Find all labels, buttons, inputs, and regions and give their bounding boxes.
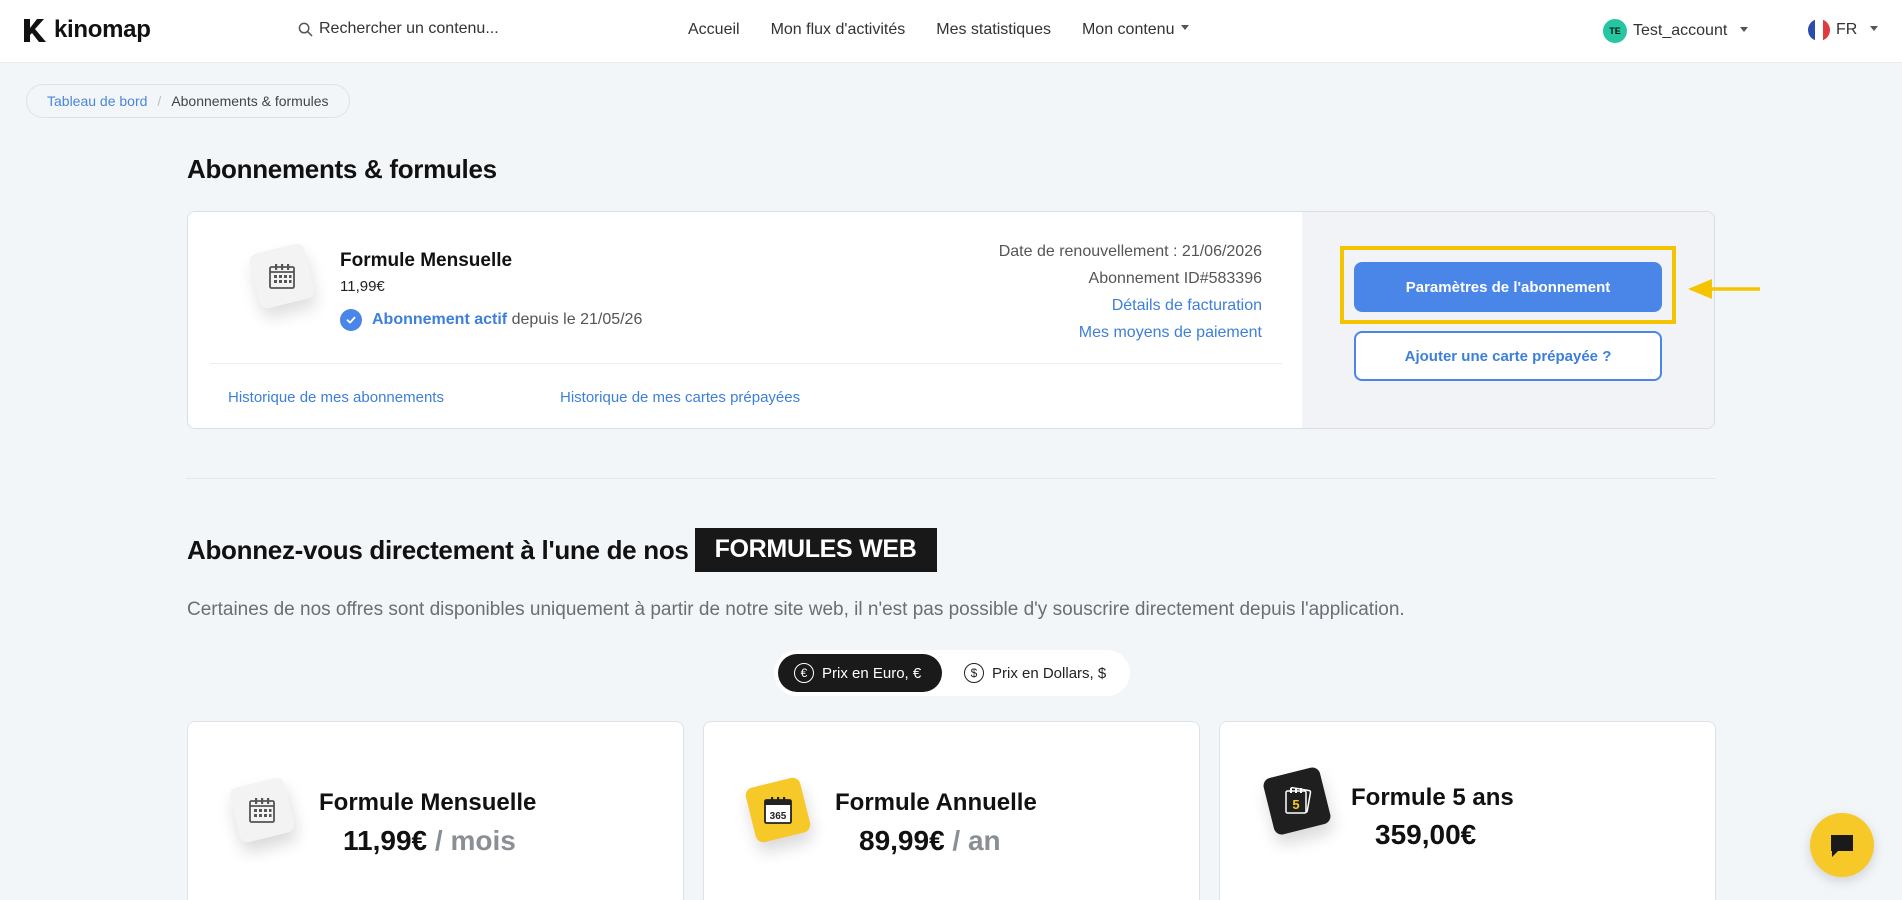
- calendar-stack-icon: 5: [1285, 786, 1312, 814]
- nav-home[interactable]: Accueil: [688, 21, 740, 39]
- currency-euro-label: Prix en Euro, €: [822, 664, 922, 682]
- calendar-icon: [249, 798, 275, 823]
- plan-card-price: 89,99€ / an: [859, 825, 1001, 857]
- subscription-id: Abonnement ID#583396: [1088, 270, 1262, 287]
- currency-toggle: € Prix en Euro, € $ Prix en Dollars, $: [774, 650, 1130, 696]
- chat-button[interactable]: [1810, 813, 1874, 877]
- top-navbar: kinomap Accueil Mon flux d'activités Mes…: [0, 0, 1902, 63]
- calendar-365-icon: 365: [764, 797, 792, 824]
- user-name: Test_account: [1633, 22, 1728, 39]
- web-offers-title-text: Abonnez-vous directement à l'une de nos: [187, 534, 689, 565]
- calendar-365-text: 365: [770, 811, 787, 822]
- france-flag-icon: [1808, 19, 1830, 41]
- kinomap-logo[interactable]: kinomap: [22, 16, 151, 44]
- plan-card-monthly[interactable]: Formule Mensuelle 11,99€ / mois: [187, 721, 684, 900]
- plan-icon: [228, 776, 296, 844]
- dollar-icon: $: [964, 663, 984, 683]
- arrow-left-icon: [1688, 279, 1760, 299]
- plan-card-annual[interactable]: 365 Formule Annuelle 89,99€ / an: [703, 721, 1200, 900]
- section-divider: [186, 478, 1716, 479]
- euro-icon: €: [794, 663, 814, 683]
- plan-icon: 365: [744, 776, 812, 844]
- nav-activity-feed[interactable]: Mon flux d'activités: [771, 21, 906, 39]
- payment-methods-link[interactable]: Mes moyens de paiement: [999, 319, 1262, 346]
- currency-dollar-label: Prix en Dollars, $: [992, 664, 1107, 682]
- breadcrumb: Tableau de bord / Abonnements & formules: [26, 84, 350, 118]
- calendar-icon: [269, 264, 295, 289]
- web-offers-badge: FORMULES WEB: [694, 528, 937, 572]
- card-divider: [210, 363, 1282, 364]
- main-nav: Accueil Mon flux d'activités Mes statist…: [688, 21, 1190, 39]
- plan-card-price-value: 89,99€: [859, 825, 945, 856]
- plan-card-name: Formule Mensuelle: [319, 789, 537, 816]
- status-since: depuis le 21/05/26: [511, 311, 643, 328]
- nav-my-content-label: Mon contenu: [1081, 21, 1175, 38]
- nav-my-content[interactable]: Mon contenu: [1082, 21, 1190, 39]
- language-selector[interactable]: FR: [1808, 19, 1879, 41]
- currency-dollar-option[interactable]: $ Prix en Dollars, $: [948, 654, 1122, 692]
- subscription-settings-button[interactable]: Paramètres de l'abonnement: [1354, 262, 1662, 312]
- plan-card-name: Formule Annuelle: [835, 789, 1037, 816]
- brand-name: kinomap: [54, 16, 151, 43]
- chevron-down-icon: [1870, 25, 1879, 31]
- avatar: TE: [1603, 19, 1627, 43]
- subscription-details: Date de renouvellement : 21/06/2026 Abon…: [999, 238, 1262, 346]
- billing-details-link[interactable]: Détails de facturation: [999, 292, 1262, 319]
- plan-icon: 5: [1261, 765, 1333, 837]
- language-code: FR: [1836, 21, 1858, 38]
- status-label: Abonnement actif: [372, 311, 508, 328]
- subscription-history-link[interactable]: Historique de mes abonnements: [228, 389, 444, 406]
- search-bar[interactable]: [298, 20, 539, 38]
- subscription-status: Abonnement actif depuis le 21/05/26: [340, 309, 642, 331]
- kinomap-logo-icon: [24, 19, 46, 42]
- add-prepaid-card-button[interactable]: Ajouter une carte prépayée ?: [1354, 331, 1662, 381]
- chat-icon: [1831, 835, 1853, 857]
- plan-card-price: 359,00€: [1375, 819, 1477, 850]
- chevron-down-icon: [1181, 25, 1190, 31]
- breadcrumb-separator: /: [157, 93, 162, 109]
- breadcrumb-dashboard[interactable]: Tableau de bord: [47, 93, 147, 109]
- web-offers-description: Certaines de nos offres sont disponibles…: [187, 599, 1405, 620]
- plan-card-price-value: 11,99€: [343, 825, 428, 856]
- prepaid-cards-history-link[interactable]: Historique de mes cartes prépayées: [560, 389, 800, 406]
- nav-statistics[interactable]: Mes statistiques: [936, 21, 1051, 39]
- page-title: Abonnements & formules: [187, 154, 497, 184]
- search-input[interactable]: [319, 20, 539, 38]
- plan-card-period: / mois: [434, 825, 516, 856]
- plan-name: Formule Mensuelle: [340, 250, 513, 271]
- plan-card-5-years[interactable]: 5 Formule 5 ans 359,00€: [1219, 721, 1716, 900]
- chevron-down-icon: [1740, 26, 1749, 32]
- plan-price: 11,99€: [340, 278, 385, 295]
- plan-card-price: 11,99€ / mois: [343, 825, 516, 857]
- currency-euro-option[interactable]: € Prix en Euro, €: [778, 654, 942, 692]
- calendar-5-text: 5: [1292, 797, 1299, 812]
- plan-card-name: Formule 5 ans: [1351, 784, 1514, 811]
- user-menu[interactable]: TE Test_account: [1603, 19, 1749, 43]
- plan-icon: [248, 242, 316, 310]
- check-icon: [340, 309, 362, 331]
- breadcrumb-current: Abonnements & formules: [171, 93, 329, 109]
- plan-card-period: / an: [952, 825, 1001, 856]
- search-icon: [298, 22, 313, 36]
- web-offers-title: Abonnez-vous directement à l'une de nos …: [187, 528, 937, 572]
- renewal-date: Date de renouvellement : 21/06/2026: [998, 243, 1262, 260]
